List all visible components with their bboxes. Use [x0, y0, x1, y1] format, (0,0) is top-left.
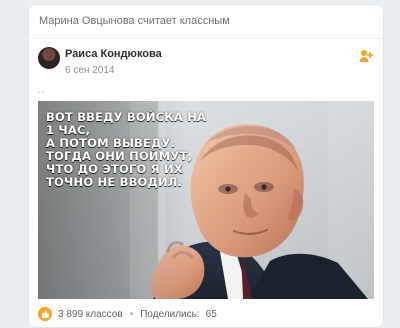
activity-header: Марина Овцынова считает классным	[39, 15, 230, 27]
post-date[interactable]: 6 сен 2014	[65, 65, 114, 76]
add-friend-button[interactable]	[358, 48, 374, 64]
class-like-icon[interactable]	[38, 307, 52, 321]
author-avatar[interactable]	[38, 47, 60, 69]
image-caption: ВОТ ВВЕДУ ВОЙСКА НА 1 ЧАС, А ПОТОМ ВЫВЕД…	[46, 110, 207, 189]
post-image[interactable]: ВОТ ВВЕДУ ВОЙСКА НА 1 ЧАС, А ПОТОМ ВЫВЕД…	[38, 101, 374, 299]
post-footer: 3 899 классов • Поделились: 65	[38, 305, 217, 323]
page-background-right	[384, 0, 400, 328]
likes-count[interactable]: 3 899 классов	[58, 309, 123, 320]
page-background-left	[0, 0, 28, 328]
post-text: ..	[38, 85, 46, 95]
author-name[interactable]: Раиса Кондюкова	[65, 48, 162, 60]
share-count[interactable]: 65	[206, 309, 217, 320]
divider	[29, 38, 383, 39]
add-friend-icon	[359, 50, 373, 62]
feed-card: Марина Овцынова считает классным Раиса К…	[28, 4, 384, 328]
dot-separator: •	[129, 308, 134, 320]
share-label[interactable]: Поделились:	[140, 309, 199, 320]
thumb-icon	[42, 310, 50, 318]
